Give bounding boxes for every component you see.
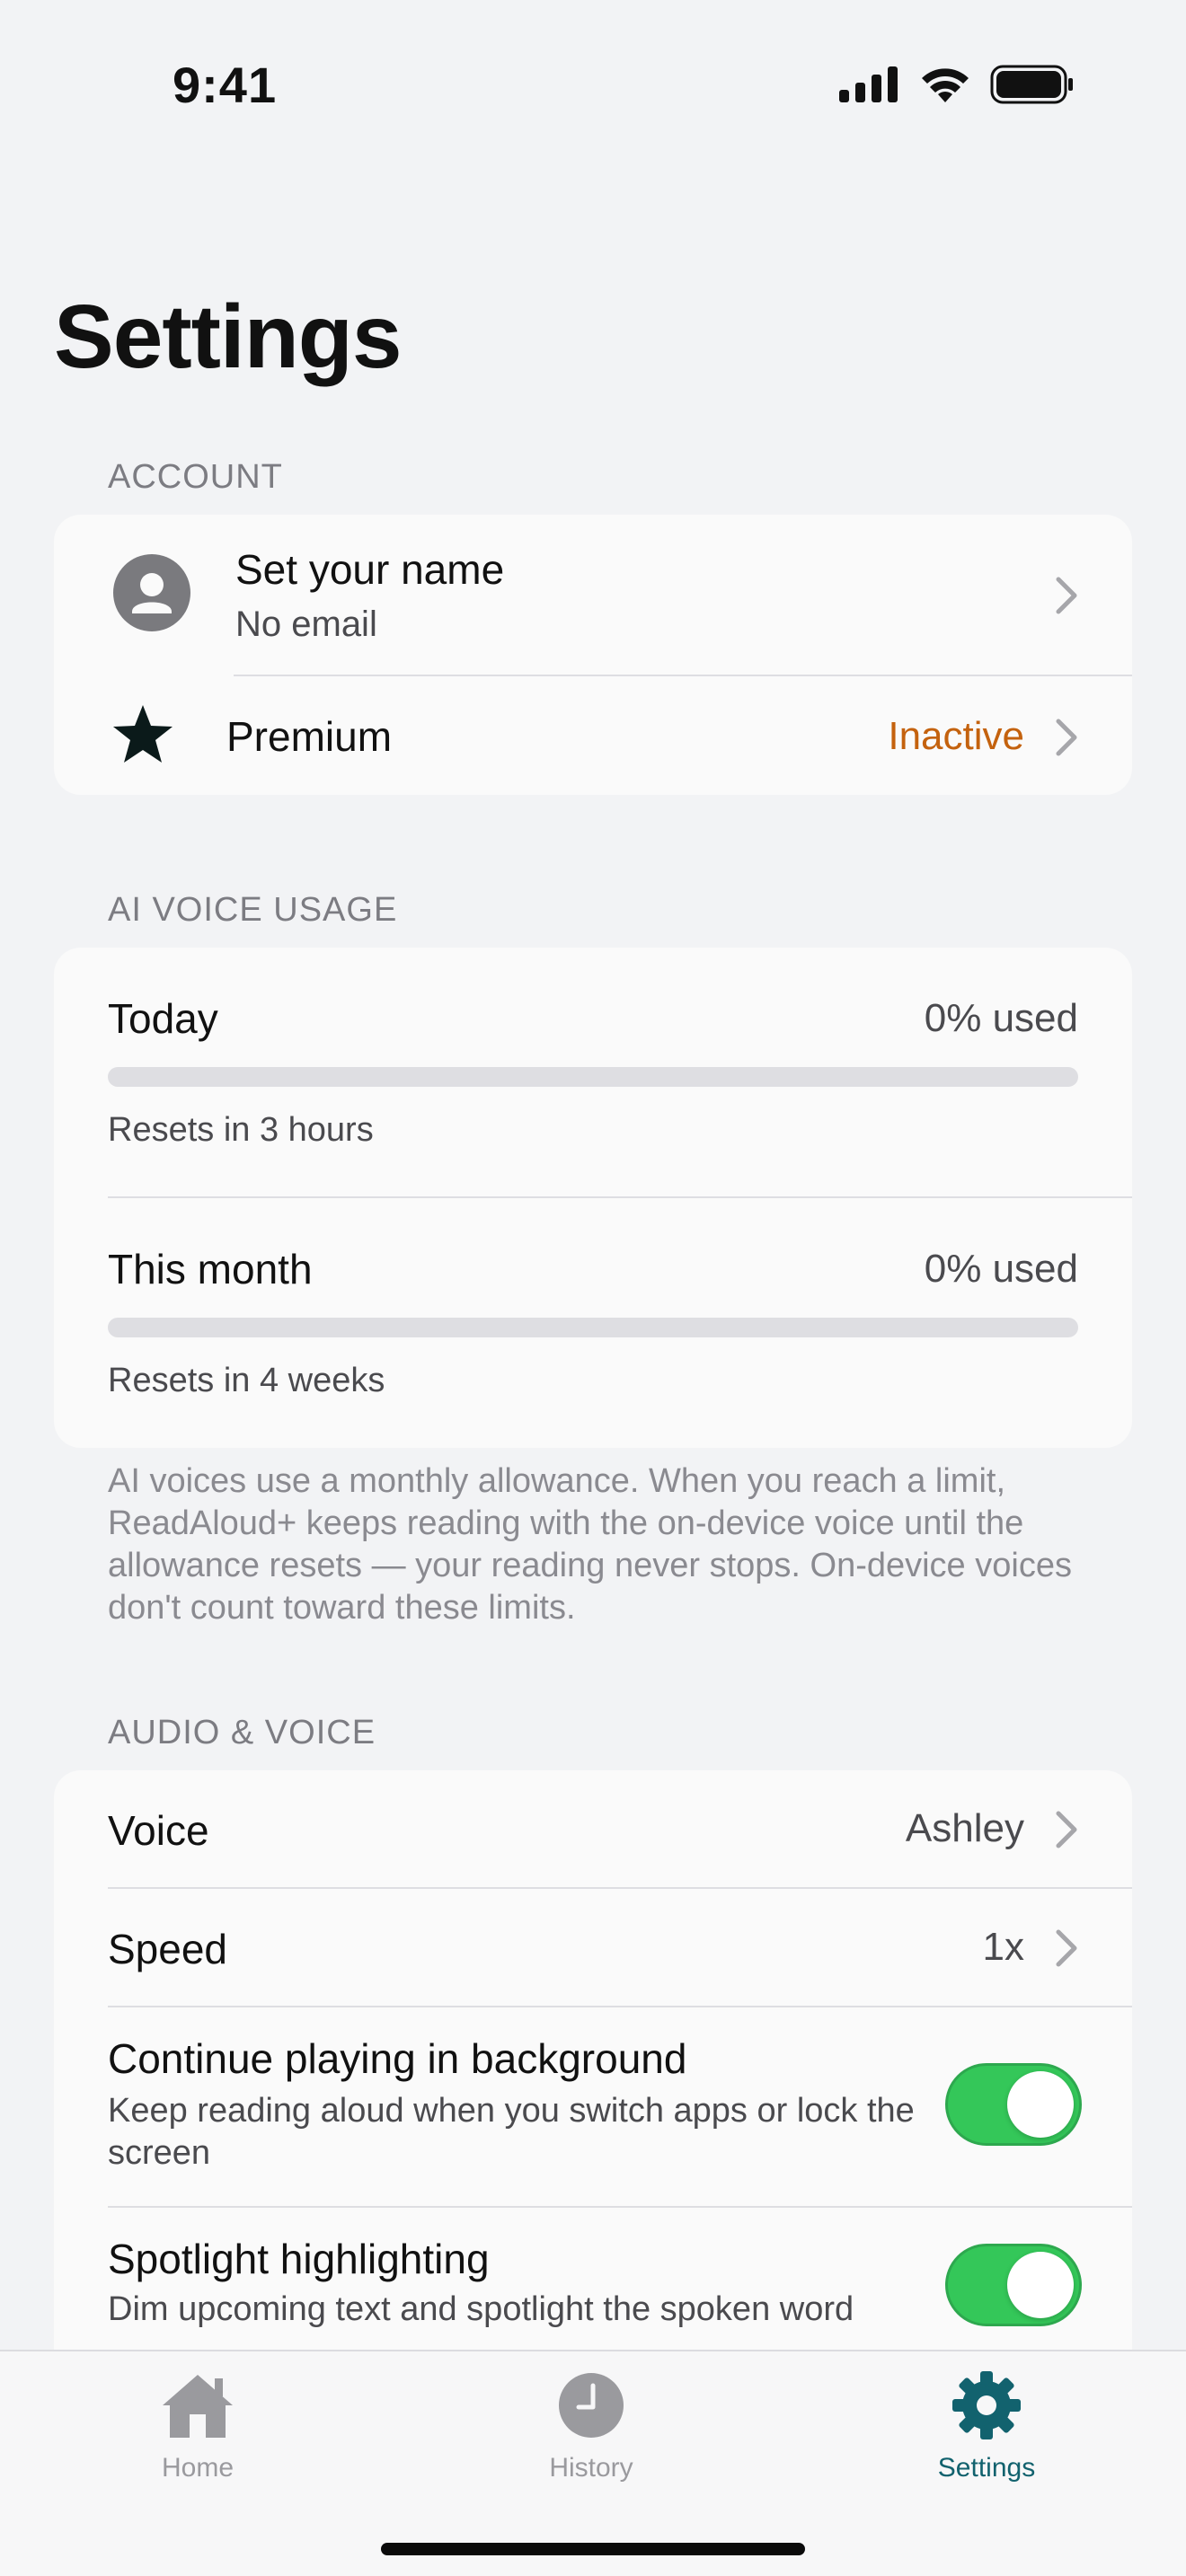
usage-today-reset: Resets in 3 hours <box>108 1111 374 1149</box>
usage-note: AI voices use a monthly allowance. When … <box>108 1462 1072 1627</box>
account-section-header: ACCOUNT <box>108 458 283 496</box>
status-bar: 9:41 <box>0 0 1186 171</box>
speed-value: 1x <box>982 1925 1024 1969</box>
tab-history-label: History <box>549 2453 633 2483</box>
chevron-right-icon <box>1056 1811 1077 1848</box>
tab-history[interactable]: History <box>483 2369 699 2483</box>
account-card: Set your name No email Premium Inactive <box>54 515 1132 795</box>
status-time: 9:41 <box>173 57 278 113</box>
clock-icon <box>559 2373 624 2438</box>
house-icon <box>163 2375 233 2438</box>
background-play-row: Continue playing in background Keep read… <box>54 2007 1132 2207</box>
voice-label: Voice <box>108 1807 209 1854</box>
audio-card: Voice Ashley Speed 1x Continue playing i… <box>54 1770 1132 2399</box>
gear-icon <box>952 2371 1021 2439</box>
usage-card: Today 0% used Resets in 3 hours This mon… <box>54 948 1132 1448</box>
chevron-right-icon <box>1056 719 1077 756</box>
profile-row[interactable]: Set your name No email <box>54 515 1132 676</box>
star-icon <box>113 705 173 763</box>
usage-month-label: This month <box>108 1246 313 1292</box>
spotlight-desc: Dim upcoming text and spotlight the spok… <box>108 2290 854 2328</box>
usage-today-row: Today 0% used Resets in 3 hours <box>54 948 1132 1197</box>
status-icons <box>839 65 1075 104</box>
usage-month-value: 0% used <box>924 1247 1078 1291</box>
spotlight-label: Spotlight highlighting <box>108 2236 490 2282</box>
speed-label: Speed <box>108 1926 228 1972</box>
cellular-signal-icon <box>839 66 898 102</box>
usage-today-label: Today <box>108 995 218 1042</box>
background-play-toggle[interactable] <box>945 2063 1082 2146</box>
usage-section-header: AI VOICE USAGE <box>108 891 398 929</box>
toggle-knob <box>1007 2252 1074 2318</box>
voice-value: Ashley <box>905 1806 1024 1850</box>
profile-name: Set your name <box>235 546 505 593</box>
tab-bar: Home History Settings <box>0 2350 1186 2576</box>
premium-row[interactable]: Premium Inactive <box>54 676 1132 795</box>
tab-home[interactable]: Home <box>90 2369 305 2483</box>
usage-today-value: 0% used <box>924 996 1078 1040</box>
usage-month-reset: Resets in 4 weeks <box>108 1362 385 1399</box>
premium-label: Premium <box>226 713 393 760</box>
speed-row[interactable]: Speed 1x <box>54 1889 1132 2007</box>
page-title: Settings <box>54 287 402 387</box>
chevron-right-icon <box>1056 1929 1077 1967</box>
premium-status: Inactive <box>888 714 1024 758</box>
wifi-icon <box>922 68 969 102</box>
profile-email: No email <box>235 604 377 644</box>
usage-month-row: This month 0% used Resets in 4 weeks <box>54 1198 1132 1448</box>
audio-section-header: AUDIO & VOICE <box>108 1714 376 1751</box>
tab-settings[interactable]: Settings <box>879 2369 1094 2483</box>
tab-settings-label: Settings <box>937 2453 1036 2483</box>
toggle-knob <box>1007 2071 1074 2138</box>
background-play-label: Continue playing in background <box>108 2035 687 2082</box>
usage-today-progress <box>108 1067 1078 1087</box>
battery-icon <box>990 65 1073 104</box>
spotlight-toggle[interactable] <box>945 2244 1082 2326</box>
person-icon <box>113 554 190 631</box>
chevron-right-icon <box>1056 577 1077 614</box>
home-indicator <box>381 2543 805 2555</box>
background-play-desc: Keep reading aloud when you switch apps … <box>108 2092 915 2172</box>
tab-home-label: Home <box>161 2453 235 2483</box>
usage-month-progress <box>108 1318 1078 1337</box>
voice-row[interactable]: Voice Ashley <box>54 1770 1132 1888</box>
